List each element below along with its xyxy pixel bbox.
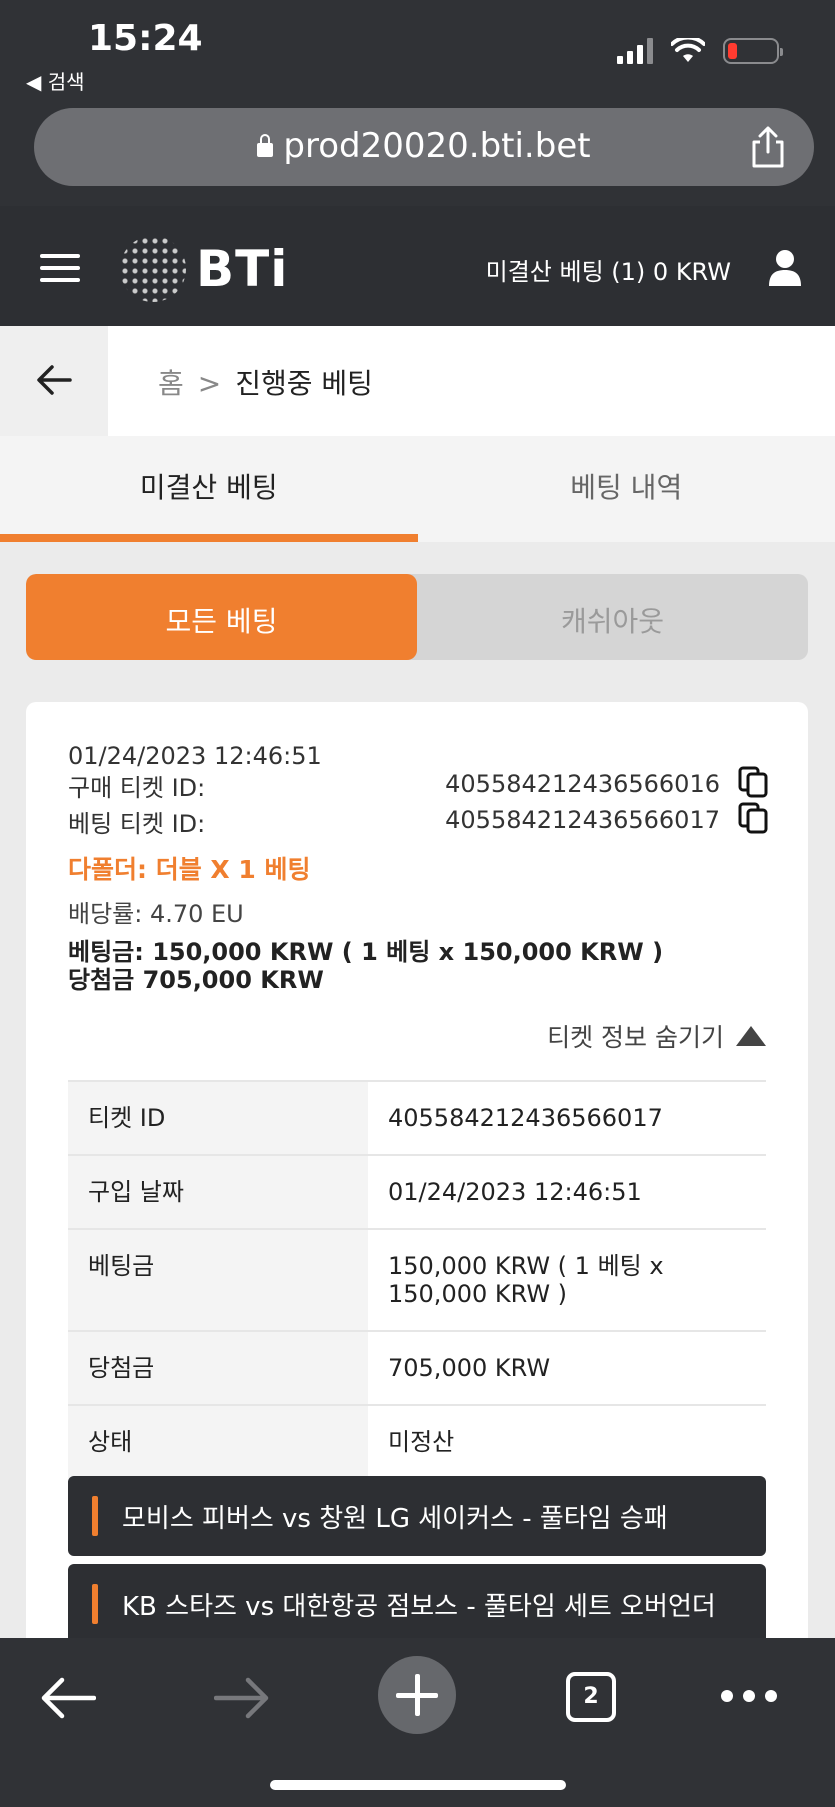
tabs-count-button[interactable]: 2 [566,1672,616,1722]
detail-value: 01/24/2023 12:46:51 [368,1154,766,1229]
copy-icon[interactable] [738,766,768,798]
purchase-id-value: 405584212436566016 [445,770,720,798]
arrow-left-icon [37,365,72,395]
hide-ticket-info-label: 티켓 정보 숨기기 [547,1023,724,1052]
back-button[interactable] [0,326,108,436]
tab-open-bets[interactable]: 미결산 베팅 [0,436,418,542]
home-indicator[interactable] [270,1780,566,1790]
table-row: 당첨금 705,000 KRW [68,1330,766,1405]
breadcrumb-separator: > [197,367,222,400]
cashout-button[interactable]: 캐쉬아웃 [417,574,808,660]
bti-logo[interactable]: BTi [120,236,288,302]
battery-icon [723,38,783,64]
potential-winnings: 당첨금 705,000 KRW [68,966,324,994]
bet-id-value: 405584212436566017 [445,806,720,834]
detail-key: 상태 [68,1404,368,1478]
ticket-details-table: 티켓 ID 405584212436566017 구입 날짜 01/24/202… [68,1080,766,1478]
event-title: KB 스타즈 vs 대한항공 점보스 - 풀타임 세트 오버언더 [122,1592,716,1622]
bet-event-item[interactable]: KB 스타즈 vs 대한항공 점보스 - 풀타임 세트 오버언더 [68,1564,766,1638]
detail-value: 미정산 [368,1404,766,1478]
lock-icon [257,134,274,157]
odds: 배당률: 4.70 EU [68,900,244,928]
menu-icon[interactable] [40,254,80,290]
open-bets-summary[interactable]: 미결산 베팅 (1) 0 KRW [486,252,731,287]
table-row: 티켓 ID 405584212436566017 [68,1080,766,1155]
breadcrumb-current: 진행중 베팅 [235,367,373,400]
copy-icon[interactable] [738,802,768,834]
triangle-up-icon [736,1026,766,1046]
status-icons [617,38,783,64]
bet-tabs: 미결산 베팅 베팅 내역 [0,436,835,542]
main-content: 모든 베팅 캐쉬아웃 01/24/2023 12:46:51 구매 티켓 ID:… [0,542,835,1638]
ticket-date: 01/24/2023 12:46:51 [68,742,322,770]
stake-amount: 베팅금: 150,000 KRW ( 1 베팅 x 150,000 KRW ) [68,938,664,966]
share-icon[interactable] [748,126,788,168]
bet-id-label: 베팅 티켓 ID: [68,810,206,838]
table-row: 베팅금 150,000 KRW ( 1 베팅 x 150,000 KRW ) [68,1228,766,1331]
detail-value: 405584212436566017 [368,1080,766,1155]
detail-key: 구입 날짜 [68,1154,368,1229]
more-options-icon[interactable] [721,1690,777,1702]
browser-toolbar: 2 [0,1638,835,1807]
breadcrumb: 홈 > 진행중 베팅 [158,362,373,402]
purchase-id-label: 구매 티켓 ID: [68,774,206,802]
detail-value: 705,000 KRW [368,1330,766,1405]
detail-key: 베팅금 [68,1228,368,1331]
tab-bet-history[interactable]: 베팅 내역 [418,436,835,542]
parlay-type: 다폴더: 더블 X 1 베팅 [68,855,311,884]
logo-mark-icon [120,236,186,302]
breadcrumb-row: 홈 > 진행중 베팅 [0,326,835,436]
url-text: prod20020.bti.bet [283,126,591,166]
user-icon[interactable] [767,248,803,288]
browser-back-icon[interactable] [40,1676,96,1720]
browser-forward-icon[interactable] [214,1676,270,1720]
new-tab-plus-icon[interactable] [378,1656,456,1734]
cellular-signal-icon [617,38,653,64]
back-to-search-link[interactable]: ◀ 검색 [26,66,85,95]
status-time: 15:24 [88,18,203,59]
app-header: BTi 미결산 베팅 (1) 0 KRW [0,206,835,326]
table-row: 상태 미정산 [68,1404,766,1478]
detail-key: 당첨금 [68,1330,368,1405]
logo-text: BTi [196,240,289,298]
event-title: 모비스 피버스 vs 창원 LG 세이커스 - 풀타임 승패 [122,1504,668,1534]
all-bets-button[interactable]: 모든 베팅 [26,574,417,660]
bet-event-item[interactable]: 모비스 피버스 vs 창원 LG 세이커스 - 풀타임 승패 [68,1476,766,1556]
browser-chrome: 15:24 ◀ 검색 prod20020.bti.bet [0,0,835,206]
breadcrumb-home[interactable]: 홈 [158,367,184,400]
stake-summary: 베팅금: 150,000 KRW ( 1 베팅 x 150,000 KRW ) … [68,938,663,994]
detail-value: 150,000 KRW ( 1 베팅 x 150,000 KRW ) [368,1228,766,1331]
address-bar[interactable]: prod20020.bti.bet [34,108,814,186]
bet-ticket-card: 01/24/2023 12:46:51 구매 티켓 ID: 4055842124… [26,702,808,1638]
bet-ticket-id-row: 베팅 티켓 ID: 405584212436566017 [68,802,768,839]
purchase-ticket-id-row: 구매 티켓 ID: 405584212436566016 [68,766,768,803]
table-row: 구입 날짜 01/24/2023 12:46:51 [68,1154,766,1229]
detail-key: 티켓 ID [68,1080,368,1155]
hide-ticket-info-toggle[interactable]: 티켓 정보 숨기기 [547,1018,766,1054]
bet-filter-toggle: 모든 베팅 캐쉬아웃 [26,574,808,660]
wifi-icon [671,38,705,62]
